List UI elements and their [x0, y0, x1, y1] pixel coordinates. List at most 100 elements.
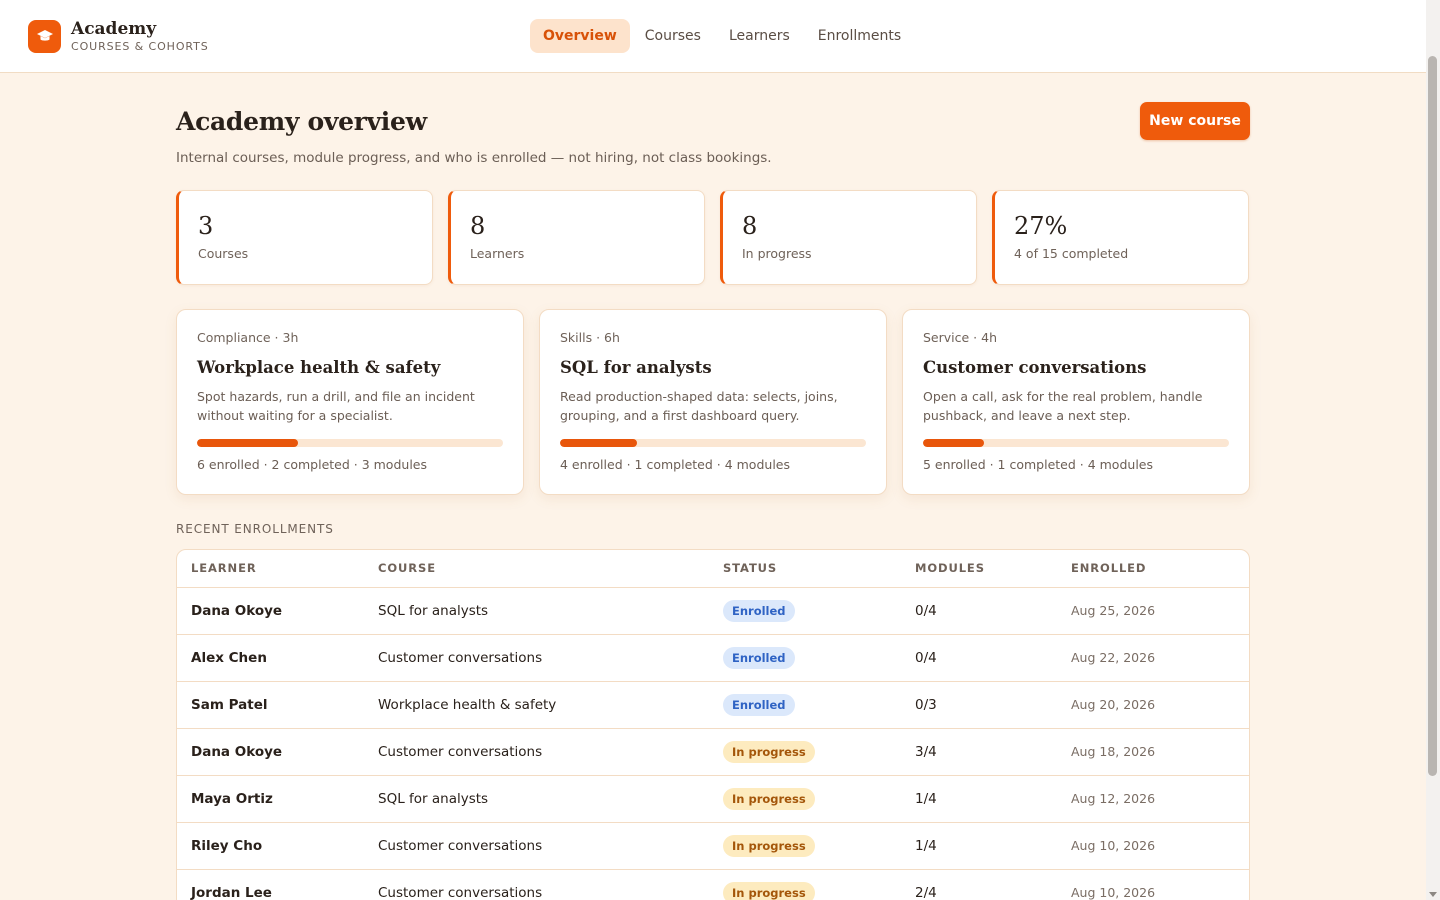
status-cell: Enrolled: [723, 634, 915, 682]
modules-count: 1/4: [915, 822, 1071, 870]
enrollments-table: LEARNER COURSE STATUS MODULES ENROLLED D…: [176, 549, 1250, 900]
course-name[interactable]: Customer conversations: [378, 822, 723, 870]
table-row[interactable]: Alex Chen Customer conversations Enrolled 0…: [177, 634, 1249, 682]
enrolled-date: Aug 25, 2026: [1071, 587, 1249, 635]
brand-name: Academy: [71, 19, 157, 39]
modules-count: 0/3: [915, 681, 1071, 729]
course-name[interactable]: Workplace health & safety: [378, 681, 723, 729]
stat-value: 3: [198, 212, 214, 240]
new-course-button[interactable]: New course: [1140, 102, 1250, 140]
status-badge: In progress: [723, 740, 815, 763]
course-card[interactable]: Skills · 6h SQL for analysts Read produc…: [539, 309, 887, 495]
brand[interactable]: Academy COURSES & COHORTS: [28, 19, 209, 53]
nav-enrollments[interactable]: Enrollments: [805, 19, 914, 53]
enrolled-date: Aug 12, 2026: [1071, 775, 1249, 823]
modules-count: 0/4: [915, 587, 1071, 635]
course-name[interactable]: Customer conversations: [378, 869, 723, 900]
table-row[interactable]: Maya Ortiz SQL for analysts In progress 1/4…: [177, 775, 1249, 823]
column-header-enrolled[interactable]: ENROLLED: [1071, 550, 1249, 588]
stat-label: Courses: [198, 246, 249, 261]
course-meta: Service · 4h: [923, 330, 997, 345]
table-row[interactable]: Dana Okoye Customer conversations In progr…: [177, 728, 1249, 776]
course-progress-bar: [560, 439, 866, 447]
stat-value: 8: [470, 212, 486, 240]
learner-name[interactable]: Maya Ortiz: [177, 775, 378, 823]
column-header-course[interactable]: COURSE: [378, 550, 723, 588]
learner-name[interactable]: Dana Okoye: [177, 728, 378, 776]
course-name[interactable]: SQL for analysts: [378, 587, 723, 635]
section-label-recent-enrollments: RECENT ENROLLMENTS: [176, 522, 334, 536]
course-description: Spot hazards, run a drill, and file an i…: [197, 389, 475, 423]
stat-card-courses: 3 Courses: [176, 190, 433, 285]
status-cell: Enrolled: [723, 587, 915, 635]
scrollbar-thumb[interactable]: [1428, 56, 1437, 776]
course-progress-bar: [197, 439, 503, 447]
stat-label: Learners: [470, 246, 525, 261]
enrolled-date: Aug 18, 2026: [1071, 728, 1249, 776]
brand-subtitle: COURSES & COHORTS: [71, 40, 209, 53]
course-title: Customer conversations: [923, 358, 1147, 377]
stats-row: 3 Courses 8 Learners 8 In progress 27% 4…: [176, 190, 1250, 285]
stat-card-in-progress: 8 In progress: [720, 190, 977, 285]
status-cell: In progress: [723, 822, 915, 870]
course-card[interactable]: Service · 4h Customer conversations Open…: [902, 309, 1250, 495]
learner-name[interactable]: Sam Patel: [177, 681, 378, 729]
stat-value: 8: [742, 212, 758, 240]
learner-name[interactable]: Riley Cho: [177, 822, 378, 870]
page-title: Academy overview: [176, 107, 427, 136]
course-progress-bar: [923, 439, 1229, 447]
modules-count: 3/4: [915, 728, 1071, 776]
stat-card-learners: 8 Learners: [448, 190, 705, 285]
status-cell: In progress: [723, 775, 915, 823]
course-name[interactable]: Customer conversations: [378, 634, 723, 682]
modules-count: 1/4: [915, 775, 1071, 823]
status-cell: Enrolled: [723, 681, 915, 729]
scroll-down-arrow-icon[interactable]: [1429, 892, 1437, 897]
column-header-modules[interactable]: MODULES: [915, 550, 1071, 588]
status-badge: Enrolled: [723, 646, 795, 669]
table-row[interactable]: Riley Cho Customer conversations In progre…: [177, 822, 1249, 870]
column-header-learner[interactable]: LEARNER: [177, 550, 378, 588]
course-stats: 4 enrolled · 1 completed · 4 modules: [560, 457, 790, 472]
enrolled-date: Aug 10, 2026: [1071, 869, 1249, 900]
course-name[interactable]: Customer conversations: [378, 728, 723, 776]
course-progress-fill: [197, 439, 298, 447]
course-description: Open a call, ask for the real problem, h…: [923, 389, 1203, 423]
top-bar: Academy COURSES & COHORTS Overview Cours…: [0, 0, 1426, 73]
nav-courses[interactable]: Courses: [632, 19, 714, 53]
table-header-row: LEARNER COURSE STATUS MODULES ENROLLED: [177, 550, 1249, 588]
modules-count: 0/4: [915, 634, 1071, 682]
status-cell: In progress: [723, 869, 915, 900]
status-badge: In progress: [723, 787, 815, 810]
column-header-status[interactable]: STATUS: [723, 550, 915, 588]
page-subtitle: Internal courses, module progress, and w…: [176, 150, 772, 166]
course-progress-fill: [923, 439, 985, 447]
enrollments-table-body: Dana Okoye SQL for analysts Enrolled 0/4 Aug…: [177, 587, 1249, 900]
status-badge: In progress: [723, 881, 815, 900]
status-badge: Enrolled: [723, 693, 795, 716]
table-row[interactable]: Sam Patel Workplace health & safety Enroll…: [177, 681, 1249, 729]
enrolled-date: Aug 10, 2026: [1071, 822, 1249, 870]
learner-name[interactable]: Alex Chen: [177, 634, 378, 682]
course-title: SQL for analysts: [560, 358, 712, 377]
status-badge: Enrolled: [723, 599, 795, 622]
learner-name[interactable]: Jordan Lee: [177, 869, 378, 900]
course-name[interactable]: SQL for analysts: [378, 775, 723, 823]
course-card[interactable]: Compliance · 3h Workplace health & safet…: [176, 309, 524, 495]
main-nav: Overview Courses Learners Enrollments: [530, 19, 914, 53]
enrolled-date: Aug 20, 2026: [1071, 681, 1249, 729]
nav-overview[interactable]: Overview: [530, 19, 630, 53]
course-description: Read production-shaped data: selects, jo…: [560, 389, 838, 423]
table-row[interactable]: Dana Okoye SQL for analysts Enrolled 0/4 Aug…: [177, 587, 1249, 635]
status-cell: In progress: [723, 728, 915, 776]
graduation-cap-icon: [28, 19, 61, 53]
course-meta: Skills · 6h: [560, 330, 620, 345]
course-meta: Compliance · 3h: [197, 330, 299, 345]
learner-name[interactable]: Dana Okoye: [177, 587, 378, 635]
nav-learners[interactable]: Learners: [716, 19, 803, 53]
page-scrollbar[interactable]: [1426, 0, 1440, 900]
course-stats: 6 enrolled · 2 completed · 3 modules: [197, 457, 427, 472]
stat-value: 27%: [1014, 212, 1068, 240]
course-progress-fill: [560, 439, 637, 447]
table-row[interactable]: Jordan Lee Customer conversations In progr…: [177, 869, 1249, 900]
